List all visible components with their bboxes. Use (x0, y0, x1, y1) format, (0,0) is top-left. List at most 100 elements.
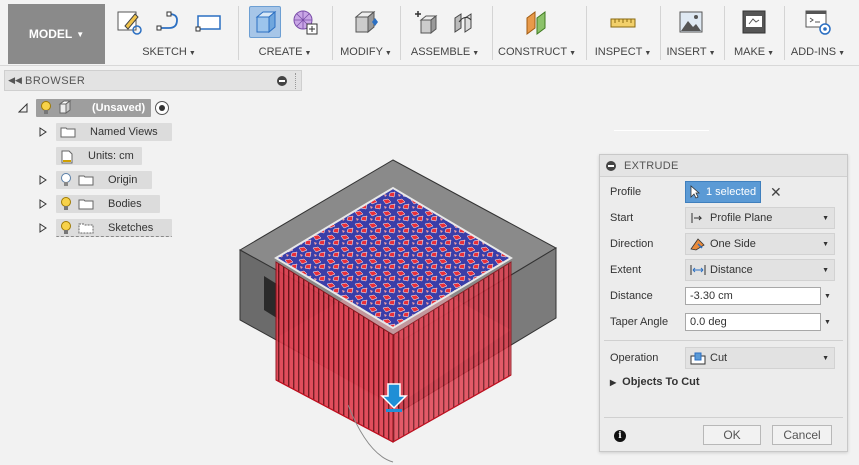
units-label: Units: cm (88, 150, 134, 162)
expand-arrow-icon[interactable] (38, 174, 48, 186)
browser-item-named-views[interactable]: Named Views (38, 122, 172, 142)
taper-angle-input[interactable]: 0.0 deg (685, 313, 821, 331)
browser-title: BROWSER (25, 74, 86, 87)
expand-toggle-icon[interactable] (18, 102, 28, 114)
extent-row: Extent Distance ▼ (600, 258, 847, 282)
press-pull-icon[interactable] (350, 6, 382, 38)
sketches-label: Sketches (108, 221, 154, 234)
toolbar-label-assemble[interactable]: ASSEMBLE ▼ (402, 46, 488, 58)
distance-value: -3.30 cm (690, 290, 733, 302)
toolbar-label-sketch[interactable]: SKETCH ▼ (110, 46, 228, 58)
offset-plane-icon[interactable] (521, 6, 553, 38)
expand-arrow-icon[interactable] (38, 198, 48, 210)
browser-header[interactable]: ◀◀ BROWSER (4, 70, 302, 91)
cancel-button[interactable]: Cancel (772, 425, 832, 445)
clear-selection-icon[interactable]: ✕ (770, 184, 782, 201)
folder-icon (78, 198, 94, 210)
workspace-switcher-button[interactable]: MODEL ▼ (8, 4, 105, 64)
toolbar-label-modify[interactable]: MODIFY ▼ (334, 46, 398, 58)
component-icon (58, 99, 72, 117)
model-viewport[interactable] (228, 150, 568, 465)
panel-grip[interactable] (295, 72, 299, 89)
toolbar-group-inspect: INSPECT ▼ (588, 4, 658, 64)
units-node[interactable]: Units: cm (56, 147, 142, 165)
workspace-label: MODEL (28, 27, 73, 41)
expand-arrow-icon[interactable] (38, 222, 48, 234)
toolbar-divider (586, 6, 587, 60)
operation-dropdown[interactable]: Cut ▼ (685, 347, 835, 369)
collapse-left-icon[interactable]: ◀◀ (5, 75, 25, 86)
toolbar-divider (784, 6, 785, 60)
toolbar-group-insert: INSERT ▼ (662, 4, 720, 64)
taper-dropdown-caret-icon[interactable]: ▼ (824, 319, 831, 326)
pattern-create-icon[interactable] (289, 6, 321, 38)
toolbar-label-construct[interactable]: CONSTRUCT ▼ (494, 46, 580, 58)
toolbar-group-construct: CONSTRUCT ▼ (494, 4, 580, 64)
create-sketch-icon[interactable] (113, 6, 145, 38)
browser-item-units[interactable]: Units: cm (56, 146, 142, 166)
browser-item-bodies[interactable]: Bodies (38, 194, 160, 214)
toolbar-group-add-ins: ADD-INS ▼ (786, 4, 850, 64)
line-sketch-icon[interactable] (153, 6, 185, 38)
distance-dropdown-caret-icon[interactable]: ▼ (824, 293, 831, 300)
expand-arrow-icon[interactable] (38, 126, 48, 138)
toolbar-group-sketch: SKETCH ▼ (110, 4, 228, 64)
browser-item-origin[interactable]: Origin (38, 170, 152, 190)
toolbar-divider (238, 6, 239, 60)
sketches-node[interactable]: Sketches (56, 219, 172, 237)
objects-to-cut-label: Objects To Cut (622, 376, 700, 388)
toolbar: MODEL ▼ SKETCH ▼ CREATE ▼ MODIFY ▼ ASSEM… (0, 0, 859, 66)
browser-item-sketches[interactable]: Sketches (38, 218, 172, 238)
document-icon (60, 150, 76, 164)
toolbar-label-add-ins[interactable]: ADD-INS ▼ (786, 46, 850, 58)
visibility-bulb-icon[interactable] (60, 197, 72, 211)
ok-button[interactable]: OK (703, 425, 761, 445)
direction-dropdown[interactable]: One Side ▼ (685, 233, 835, 255)
rectangle-sketch-icon[interactable] (193, 6, 225, 38)
extent-dropdown[interactable]: Distance ▼ (685, 259, 835, 281)
joint-icon[interactable] (449, 6, 481, 38)
activate-radio-icon[interactable] (155, 101, 170, 115)
toolbar-group-create: CREATE ▼ (242, 4, 328, 64)
distance-row: Distance -3.30 cm ▼ (600, 284, 847, 308)
profile-selection-button[interactable]: 1 selected (685, 181, 761, 203)
toolbar-label-make[interactable]: MAKE ▼ (726, 46, 782, 58)
new-component-icon[interactable] (409, 6, 441, 38)
bodies-node[interactable]: Bodies (56, 195, 160, 213)
start-dropdown[interactable]: Profile Plane ▼ (685, 207, 835, 229)
visibility-bulb-off-icon[interactable] (60, 173, 72, 187)
objects-to-cut-toggle[interactable]: ▶ Objects To Cut (610, 376, 700, 388)
caret-down-icon: ▼ (76, 29, 85, 39)
collapse-dialog-icon[interactable] (606, 160, 616, 171)
folder-icon (78, 222, 94, 234)
toolbar-label-insert[interactable]: INSERT ▼ (662, 46, 720, 58)
cancel-button-label: Cancel (783, 428, 821, 442)
toolbar-label-create[interactable]: CREATE ▼ (242, 46, 328, 58)
ok-button-label: OK (723, 428, 741, 442)
viewcube-edge (614, 130, 709, 131)
measure-icon[interactable] (607, 6, 639, 38)
dialog-divider (604, 417, 843, 418)
browser-root-row[interactable]: (Unsaved) (18, 98, 170, 118)
toolbar-divider (660, 6, 661, 60)
toolbar-label-inspect[interactable]: INSPECT ▼ (588, 46, 658, 58)
visibility-bulb-icon[interactable] (40, 101, 52, 115)
root-component[interactable]: (Unsaved) (36, 99, 152, 117)
folder-icon (60, 126, 76, 138)
3d-print-icon[interactable] (738, 6, 770, 38)
origin-node[interactable]: Origin (56, 171, 152, 189)
extrude-icon[interactable] (249, 6, 281, 38)
operation-label: Operation (610, 352, 659, 364)
profile-selection-value: 1 selected (706, 186, 757, 198)
insert-image-icon[interactable] (675, 6, 707, 38)
extrude-dialog-header[interactable]: EXTRUDE (600, 155, 847, 177)
visibility-bulb-icon[interactable] (60, 220, 72, 235)
scripts-add-ins-icon[interactable] (802, 6, 834, 38)
info-icon[interactable]: i (614, 430, 626, 442)
distance-input[interactable]: -3.30 cm (685, 287, 821, 305)
direction-value: One Side (710, 238, 756, 250)
minimize-icon[interactable] (277, 75, 287, 86)
named-views-node[interactable]: Named Views (56, 123, 172, 141)
toolbar-divider (492, 6, 493, 60)
dropdown-caret-icon: ▼ (822, 354, 829, 362)
